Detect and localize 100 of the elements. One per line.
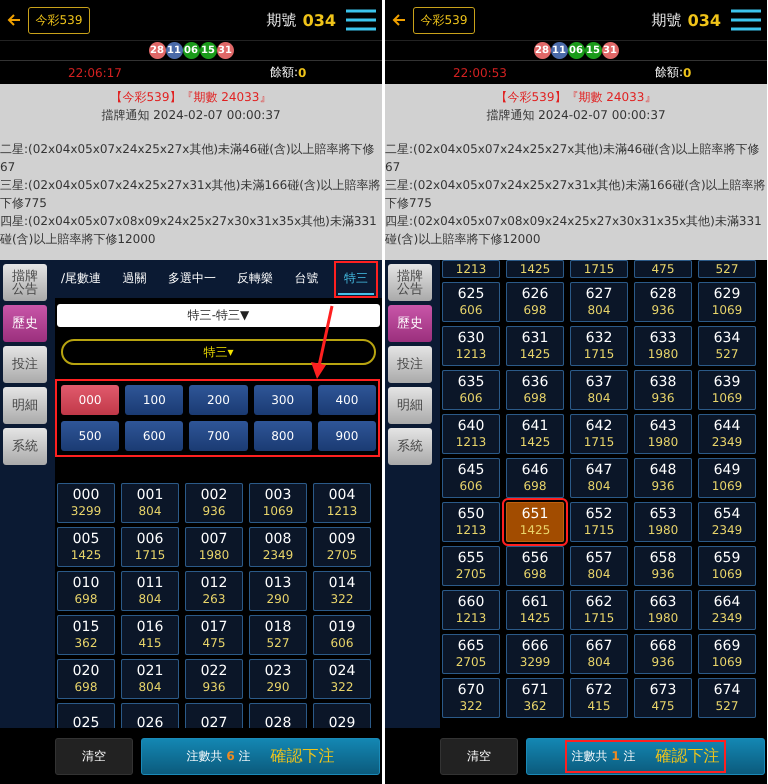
number-cell[interactable]: 660 1213: [442, 590, 500, 630]
number-cell[interactable]: 649 1069: [698, 458, 756, 498]
number-cell[interactable]: 006 1715: [121, 527, 179, 567]
sidebar-button[interactable]: 系統: [3, 428, 47, 465]
number-cell[interactable]: 627 804: [570, 282, 628, 322]
tab[interactable]: 台號: [288, 264, 325, 294]
number-cell[interactable]: 012 263: [185, 571, 243, 611]
number-cell[interactable]: 002 936: [185, 483, 243, 523]
sidebar-button[interactable]: 歷史: [3, 305, 47, 342]
number-cell[interactable]: 645 606: [442, 458, 500, 498]
number-cell[interactable]: 527: [698, 260, 756, 278]
clear-button[interactable]: 清空: [440, 738, 518, 774]
range-button[interactable]: 700: [189, 421, 248, 451]
number-cell[interactable]: 666 3299: [506, 634, 564, 674]
number-cell[interactable]: 633 1980: [634, 326, 692, 366]
number-cell[interactable]: 663 1980: [634, 590, 692, 630]
number-cell[interactable]: 028: [249, 703, 307, 728]
number-cell[interactable]: 639 1069: [698, 370, 756, 410]
number-cell[interactable]: 626 698: [506, 282, 564, 322]
number-cell[interactable]: 646 698: [506, 458, 564, 498]
number-cell[interactable]: 637 804: [570, 370, 628, 410]
number-cell[interactable]: 004 1213: [313, 483, 371, 523]
number-cell[interactable]: 1425: [506, 260, 564, 278]
number-cell[interactable]: 022 936: [185, 659, 243, 699]
number-cell[interactable]: 009 2705: [313, 527, 371, 567]
number-cell[interactable]: 653 1980: [634, 502, 692, 542]
number-cell[interactable]: 650 1213: [442, 502, 500, 542]
range-button[interactable]: 000: [61, 385, 120, 415]
number-cell[interactable]: 644 2349: [698, 414, 756, 454]
number-cell[interactable]: 625 606: [442, 282, 500, 322]
number-cell[interactable]: 634 527: [698, 326, 756, 366]
number-cell[interactable]: 023 290: [249, 659, 307, 699]
number-cell[interactable]: 008 2349: [249, 527, 307, 567]
number-cell[interactable]: 643 1980: [634, 414, 692, 454]
number-cell[interactable]: 017 475: [185, 615, 243, 655]
back-arrow-icon[interactable]: [391, 12, 407, 28]
number-cell[interactable]: 019 606: [313, 615, 371, 655]
tab[interactable]: 反轉樂: [231, 264, 280, 294]
range-button[interactable]: 500: [61, 421, 120, 451]
number-cell[interactable]: 027: [185, 703, 243, 728]
back-arrow-icon[interactable]: [6, 12, 22, 28]
number-cell[interactable]: 636 698: [506, 370, 564, 410]
range-button[interactable]: 200: [189, 385, 248, 415]
number-cell[interactable]: 669 1069: [698, 634, 756, 674]
number-cell[interactable]: 654 2349: [698, 502, 756, 542]
number-cell[interactable]: 670 322: [442, 678, 500, 718]
number-cell[interactable]: 013 290: [249, 571, 307, 611]
sidebar-button[interactable]: 明細: [388, 387, 432, 424]
range-button[interactable]: 100: [125, 385, 184, 415]
range-button[interactable]: 600: [125, 421, 184, 451]
subtype-dropdown[interactable]: 特三▾: [61, 339, 376, 365]
number-cell[interactable]: 665 2705: [442, 634, 500, 674]
number-cell[interactable]: 475: [634, 260, 692, 278]
number-cell[interactable]: 662 1715: [570, 590, 628, 630]
number-cell[interactable]: 648 936: [634, 458, 692, 498]
number-cell[interactable]: 011 804: [121, 571, 179, 611]
sidebar-button[interactable]: 擋牌公告: [388, 264, 432, 301]
range-button[interactable]: 900: [318, 421, 376, 451]
number-cell[interactable]: 659 1069: [698, 546, 756, 586]
range-button[interactable]: 800: [254, 421, 312, 451]
number-cell[interactable]: 010 698: [57, 571, 115, 611]
number-cell[interactable]: 642 1715: [570, 414, 628, 454]
number-cell[interactable]: 667 804: [570, 634, 628, 674]
confirm-bet-button[interactable]: 注數共 6 注 確認下注: [141, 738, 380, 774]
number-cell[interactable]: 671 362: [506, 678, 564, 718]
number-cell[interactable]: 015 362: [57, 615, 115, 655]
number-cell[interactable]: 647 804: [570, 458, 628, 498]
number-cell[interactable]: 1213: [442, 260, 500, 278]
clear-button[interactable]: 清空: [55, 738, 133, 774]
sidebar-button[interactable]: 系統: [388, 428, 432, 465]
number-cell[interactable]: 641 1425: [506, 414, 564, 454]
number-cell[interactable]: 664 2349: [698, 590, 756, 630]
number-cell[interactable]: 655 2705: [442, 546, 500, 586]
number-cell[interactable]: 672 415: [570, 678, 628, 718]
number-cell[interactable]: 640 1213: [442, 414, 500, 454]
number-cell[interactable]: 656 698: [506, 546, 564, 586]
sidebar-button[interactable]: 歷史: [388, 305, 432, 342]
number-cell[interactable]: 1715: [570, 260, 628, 278]
number-cell[interactable]: 001 804: [121, 483, 179, 523]
sidebar-button[interactable]: 擋牌公告: [3, 264, 47, 301]
tab[interactable]: 過關: [116, 264, 152, 294]
sidebar-button[interactable]: 投注: [388, 346, 432, 383]
sidebar-button[interactable]: 投注: [3, 346, 47, 383]
number-cell[interactable]: 020 698: [57, 659, 115, 699]
number-cell[interactable]: 629 1069: [698, 282, 756, 322]
number-cell[interactable]: 025: [57, 703, 115, 728]
number-cell[interactable]: 661 1425: [506, 590, 564, 630]
number-cell[interactable]: 673 475: [634, 678, 692, 718]
number-cell[interactable]: 000 3299: [57, 483, 115, 523]
number-cell[interactable]: 674 527: [698, 678, 756, 718]
number-cell[interactable]: 018 527: [249, 615, 307, 655]
tab[interactable]: /尾數連: [55, 264, 108, 294]
number-cell[interactable]: 005 1425: [57, 527, 115, 567]
menu-icon[interactable]: [346, 9, 376, 31]
number-cell[interactable]: 021 804: [121, 659, 179, 699]
number-cell[interactable]: 026: [121, 703, 179, 728]
number-cell[interactable]: 016 415: [121, 615, 179, 655]
number-cell[interactable]: 003 1069: [249, 483, 307, 523]
number-cell[interactable]: 635 606: [442, 370, 500, 410]
number-cell[interactable]: 652 1715: [570, 502, 628, 542]
